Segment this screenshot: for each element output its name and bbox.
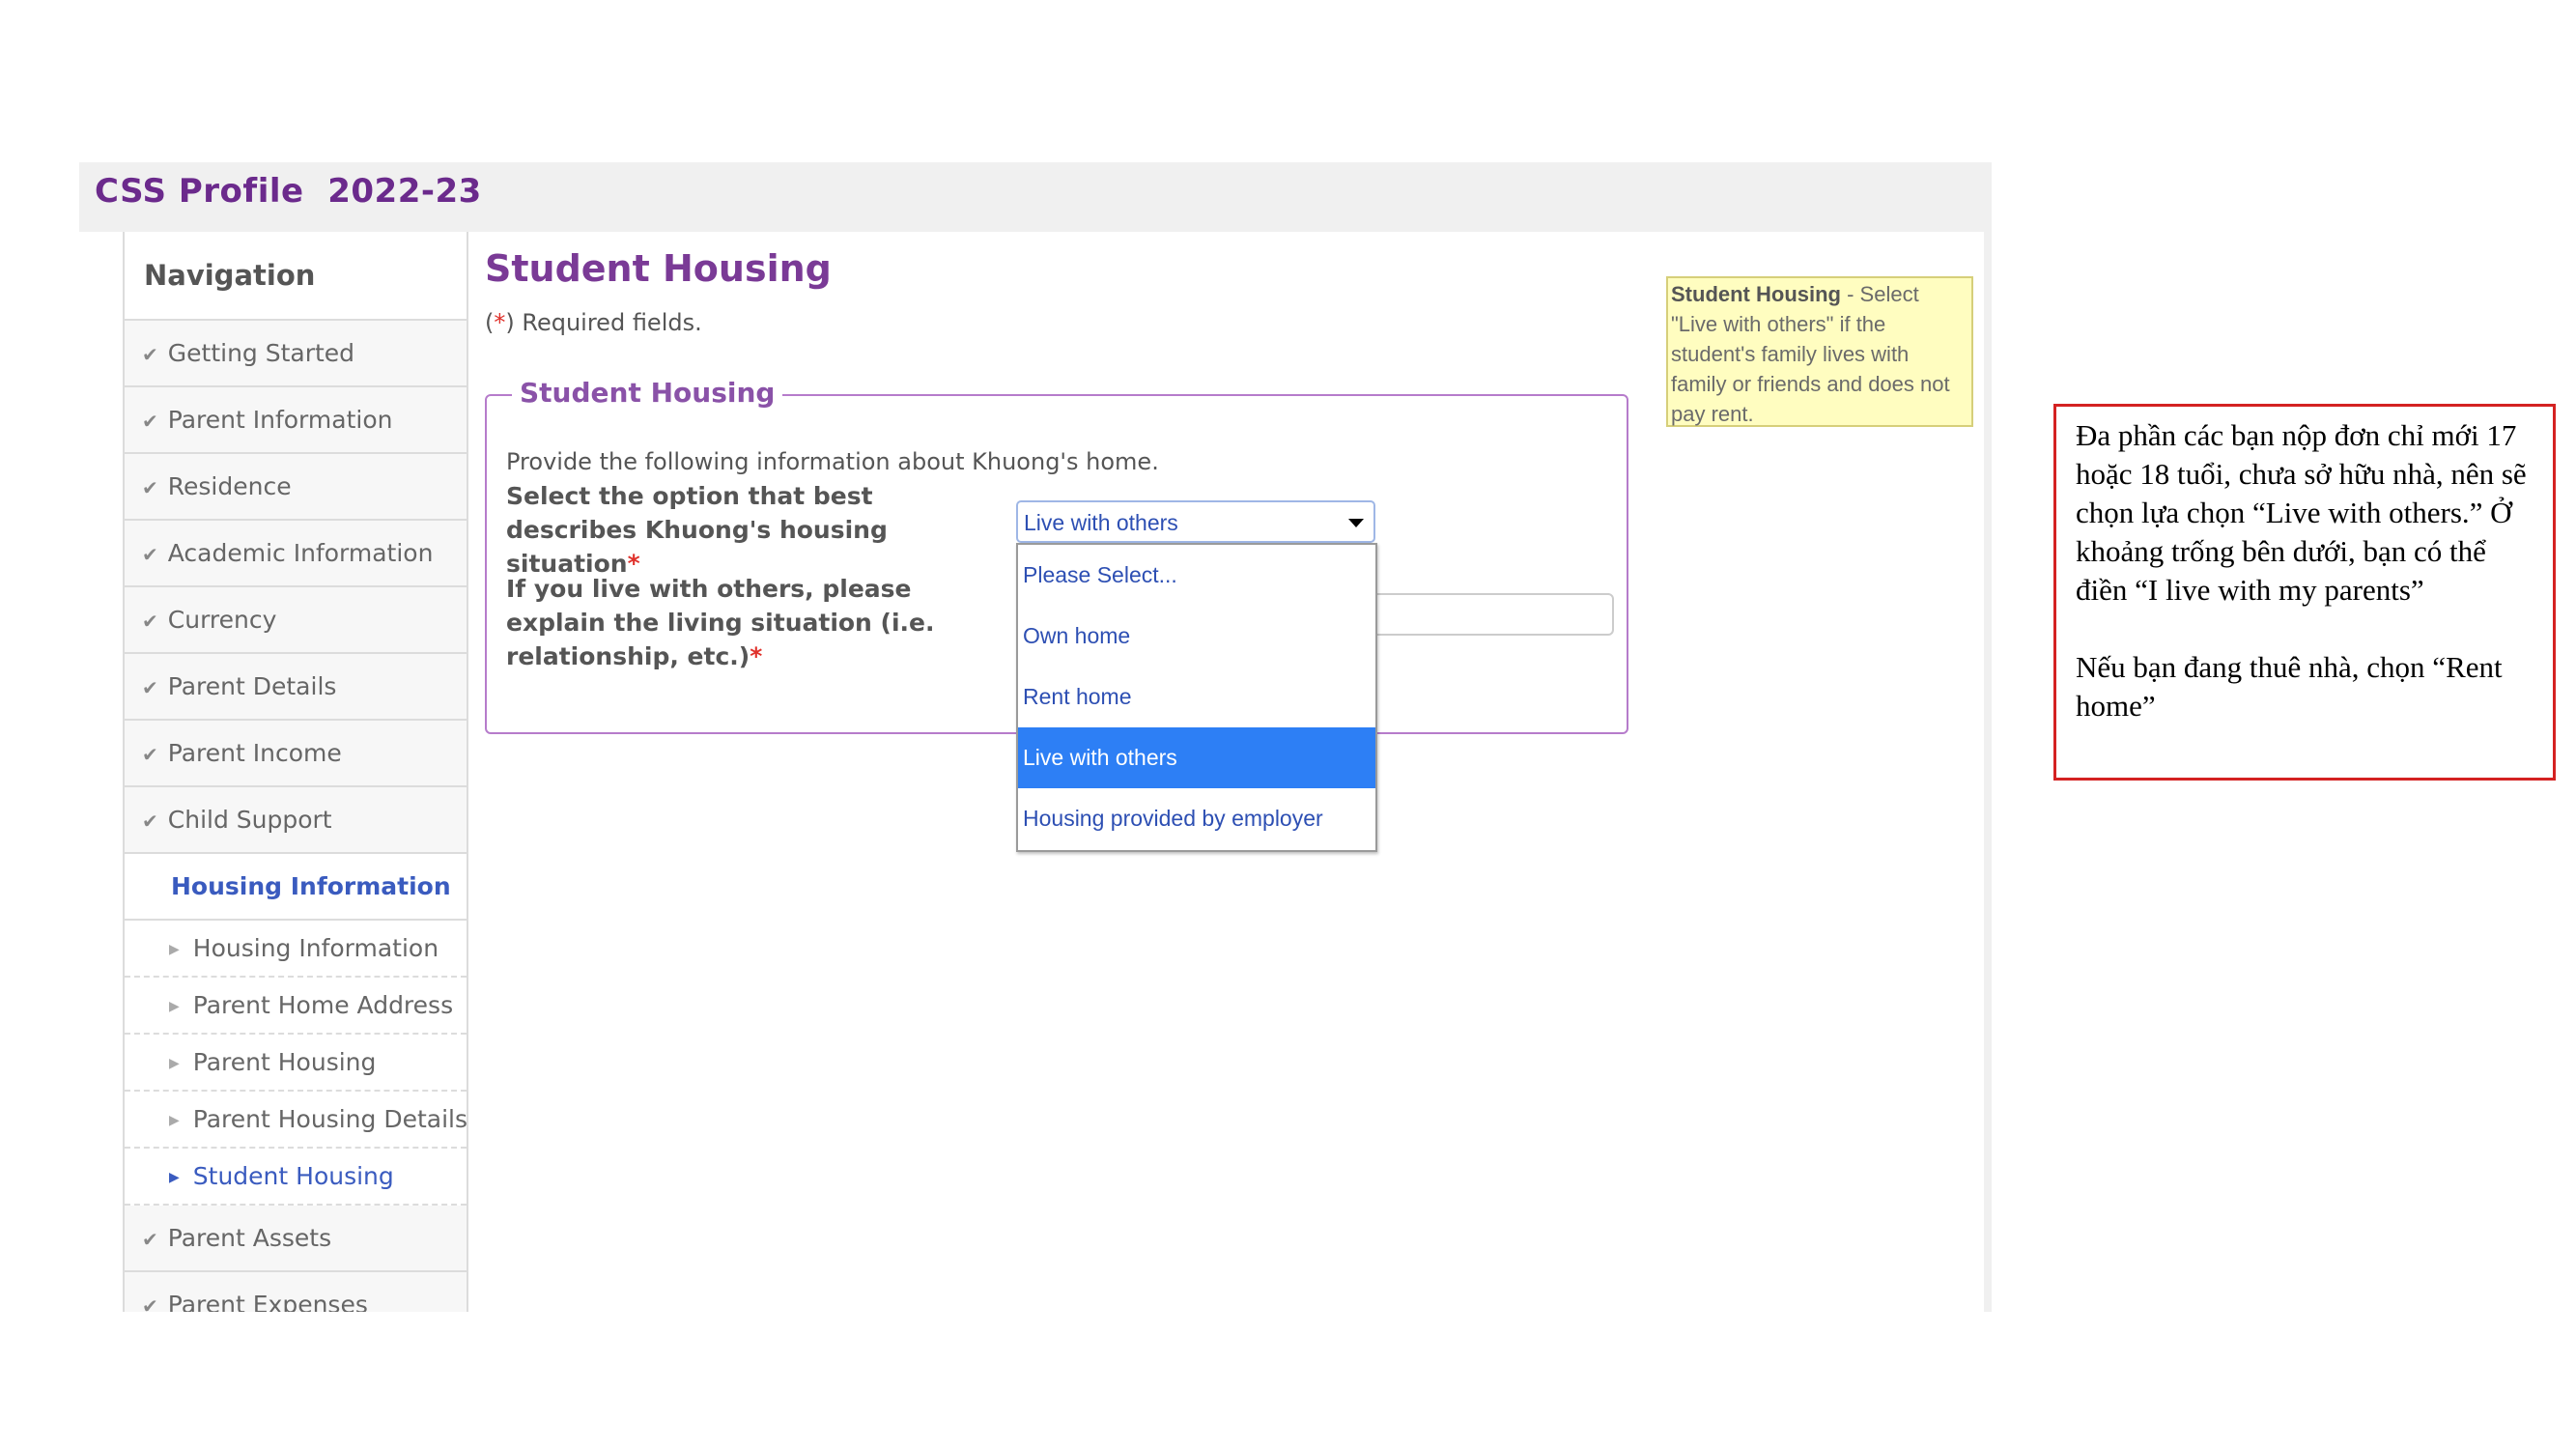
callout-paragraph-1: Đa phần các bạn nộp đơn chỉ mới 17 hoặc …	[2076, 418, 2527, 607]
nav-item-label: Parent Information	[167, 406, 393, 434]
nav-sub-label: Parent Home Address	[192, 991, 454, 1019]
nav-sub-student-housing[interactable]: ▶ Student Housing	[125, 1149, 467, 1206]
check-icon: ✔	[142, 1294, 158, 1312]
select-current-value: Live with others	[1024, 510, 1178, 535]
nav-title: Navigation	[125, 232, 467, 321]
nav-item-parent-income[interactable]: ✔ Parent Income	[125, 721, 467, 787]
triangle-right-icon: ▶	[169, 1170, 180, 1185]
required-note-text: ) Required fields.	[505, 309, 702, 336]
nav-sub-parent-home-address[interactable]: ▶ Parent Home Address	[125, 978, 467, 1035]
option-rent-home[interactable]: Rent home	[1018, 667, 1375, 727]
nav-item-parent-assets[interactable]: ✔ Parent Assets	[125, 1206, 467, 1272]
required-star: *	[750, 642, 763, 670]
check-icon: ✔	[142, 543, 158, 566]
triangle-right-icon: ▶	[169, 942, 180, 957]
nav-item-label: Parent Details	[167, 672, 337, 700]
fieldset-legend: Student Housing	[512, 377, 783, 409]
nav-item-parent-expenses[interactable]: ✔ Parent Expenses	[125, 1272, 467, 1312]
help-tooltip: Student Housing - Select "Live with othe…	[1666, 276, 1973, 427]
option-own-home[interactable]: Own home	[1018, 606, 1375, 667]
required-fields-note: (*) Required fields.	[485, 309, 702, 336]
option-live-with-others[interactable]: Live with others	[1018, 727, 1375, 788]
nav-sub-parent-housing-details[interactable]: ▶ Parent Housing Details	[125, 1092, 467, 1149]
check-icon: ✔	[142, 1228, 158, 1251]
nav-sub-label: Student Housing	[192, 1162, 394, 1190]
check-icon: ✔	[142, 343, 158, 366]
nav-section-housing-information[interactable]: Housing Information	[125, 854, 467, 921]
nav-item-label: Currency	[167, 606, 277, 634]
nav-sub-parent-housing[interactable]: ▶ Parent Housing	[125, 1035, 467, 1092]
nav-item-parent-information[interactable]: ✔ Parent Information	[125, 387, 467, 454]
living-situation-input[interactable]	[1369, 593, 1614, 636]
nav-item-getting-started[interactable]: ✔ Getting Started	[125, 321, 467, 387]
paren-open: (	[485, 309, 495, 336]
triangle-right-icon: ▶	[169, 999, 180, 1014]
app-title: CSS Profile 2022-23	[95, 172, 482, 211]
page-title: Student Housing	[485, 247, 832, 290]
nav-item-label: Parent Expenses	[167, 1291, 368, 1312]
option-please-select[interactable]: Please Select...	[1018, 545, 1375, 606]
nav-sub-label: Housing Information	[192, 934, 439, 962]
callout-paragraph-2: Nếu bạn đang thuê nhà, chọn “Rent home”	[2076, 650, 2503, 723]
check-icon: ✔	[142, 810, 158, 833]
required-star: *	[494, 309, 506, 336]
annotation-callout: Đa phần các bạn nộp đơn chỉ mới 17 hoặc …	[2053, 404, 2556, 781]
window-edge	[1984, 232, 1992, 1312]
nav-sub-housing-information[interactable]: ▶ Housing Information	[125, 921, 467, 978]
nav-sub-label: Parent Housing	[192, 1048, 377, 1076]
help-title: Student Housing	[1671, 282, 1841, 306]
nav-item-currency[interactable]: ✔ Currency	[125, 587, 467, 654]
housing-situation-label: Select the option that best describes Kh…	[506, 479, 999, 581]
nav-item-label: Child Support	[167, 806, 332, 834]
housing-options-dropdown: Please Select... Own home Rent home Live…	[1016, 543, 1377, 852]
nav-item-parent-details[interactable]: ✔ Parent Details	[125, 654, 467, 721]
nav-item-label: Parent Income	[167, 739, 342, 767]
living-situation-label: If you live with others, please explain …	[506, 572, 999, 673]
check-icon: ✔	[142, 743, 158, 766]
question-text: If you live with others, please explain …	[506, 575, 935, 670]
nav-item-label: Parent Assets	[167, 1224, 332, 1252]
navigation-panel: Navigation ✔ Getting Started ✔ Parent Info…	[123, 232, 468, 1312]
check-icon: ✔	[142, 610, 158, 633]
check-icon: ✔	[142, 476, 158, 499]
question-text: Select the option that best describes Kh…	[506, 482, 888, 578]
nav-item-child-support[interactable]: ✔ Child Support	[125, 787, 467, 854]
triangle-right-icon: ▶	[169, 1113, 180, 1128]
nav-item-label: Academic Information	[167, 539, 434, 567]
nav-item-academic-information[interactable]: ✔ Academic Information	[125, 521, 467, 587]
option-housing-provided-by-employer[interactable]: Housing provided by employer	[1018, 788, 1375, 849]
nav-item-label: Getting Started	[167, 339, 355, 367]
instruction-text: Provide the following information about …	[506, 448, 1159, 475]
nav-sub-label: Parent Housing Details	[192, 1105, 467, 1133]
triangle-right-icon: ▶	[169, 1056, 180, 1071]
check-icon: ✔	[142, 410, 158, 433]
nav-item-residence[interactable]: ✔ Residence	[125, 454, 467, 521]
css-profile-window: CSS Profile 2022-23 Navigation ✔ Getting …	[79, 162, 1992, 1312]
nav-item-label: Residence	[167, 472, 292, 500]
app-header: CSS Profile 2022-23	[79, 162, 1992, 232]
caret-down-icon	[1348, 519, 1364, 527]
housing-situation-select[interactable]: Live with others	[1016, 500, 1375, 543]
check-icon: ✔	[142, 676, 158, 699]
